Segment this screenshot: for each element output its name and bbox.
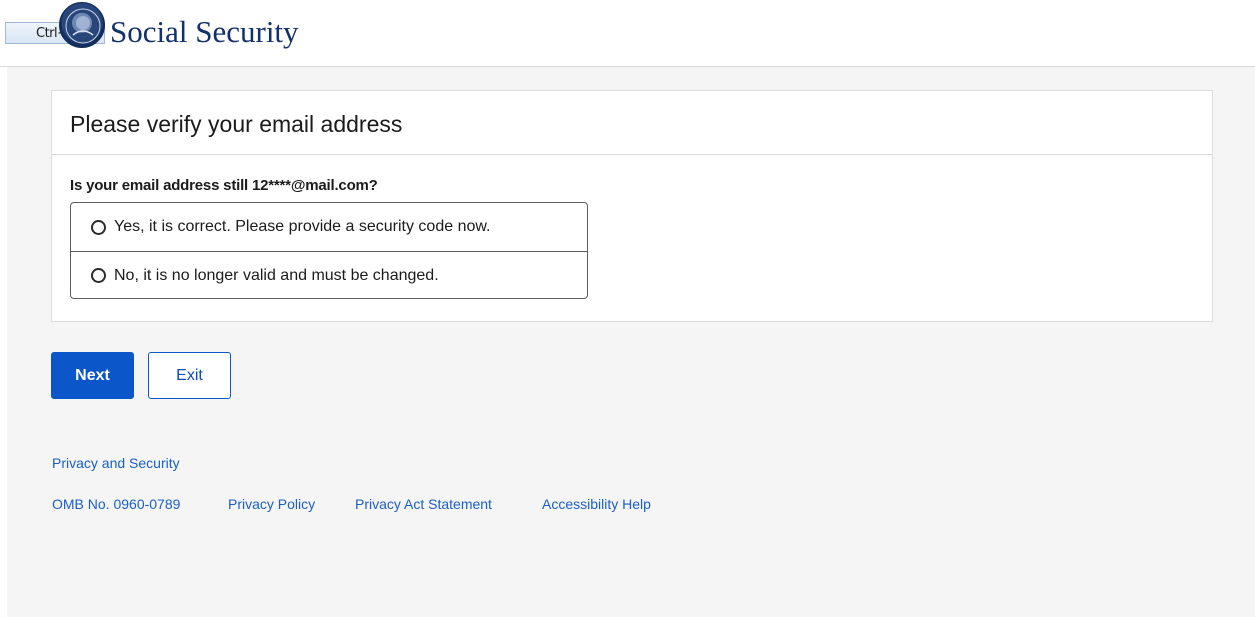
exit-button[interactable]: Exit (148, 352, 231, 399)
radio-button-yes[interactable] (91, 219, 106, 235)
main-content: Please verify your email address Is your… (7, 67, 1255, 617)
radio-option-no-change[interactable]: No, it is no longer valid and must be ch… (71, 251, 587, 299)
radio-label-no[interactable]: No, it is no longer valid and must be ch… (114, 267, 439, 285)
page-title: Please verify your email address (70, 111, 403, 137)
ssa-seal-icon[interactable] (59, 2, 105, 48)
radio-label-yes[interactable]: Yes, it is correct. Please provide a sec… (114, 218, 490, 236)
omb-number-link[interactable]: OMB No. 0960-0789 (52, 496, 180, 512)
verify-email-card: Please verify your email address Is your… (51, 90, 1213, 322)
accessibility-help-link[interactable]: Accessibility Help (542, 496, 651, 512)
brand-title[interactable]: Social Security (110, 12, 299, 52)
privacy-act-statement-link[interactable]: Privacy Act Statement (355, 496, 492, 512)
radio-button-no[interactable] (91, 268, 106, 283)
radio-option-yes-correct[interactable]: Yes, it is correct. Please provide a sec… (71, 203, 587, 251)
site-header: Ctrl+S Social Security (0, 0, 1255, 67)
privacy-and-security-link[interactable]: Privacy and Security (52, 455, 180, 471)
email-question-label: Is your email address still 12****@mail.… (70, 177, 378, 194)
privacy-policy-link[interactable]: Privacy Policy (228, 496, 315, 512)
card-header: Please verify your email address (52, 91, 1212, 155)
next-button[interactable]: Next (51, 352, 134, 399)
email-verification-radio-group: Yes, it is correct. Please provide a sec… (70, 202, 588, 299)
